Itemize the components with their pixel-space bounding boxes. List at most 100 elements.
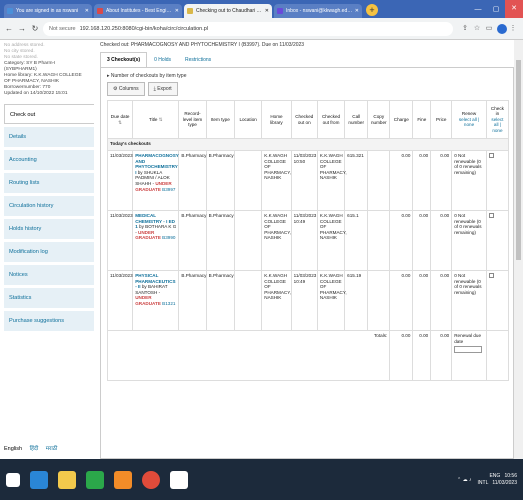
avatar[interactable] bbox=[497, 23, 507, 34]
url-field[interactable]: Not secure 192.168.120.250:8080/cgi-bin/… bbox=[43, 21, 453, 36]
browser-tab[interactable]: About Institutes - Best Engineeri ✕ bbox=[94, 4, 182, 18]
sidebar-item-notices[interactable]: Notices bbox=[4, 265, 94, 285]
maximize-icon[interactable]: ▢ bbox=[487, 5, 505, 13]
column-header[interactable]: Price bbox=[430, 100, 453, 139]
sidebar-item-circulation-history[interactable]: Circulation history bbox=[4, 196, 94, 216]
menu-icon[interactable]: ⋮ bbox=[507, 24, 519, 34]
column-header[interactable]: Due date ⇅ bbox=[106, 100, 134, 139]
not-secure-label: Not secure bbox=[49, 25, 76, 32]
app-icon[interactable] bbox=[170, 470, 188, 489]
sidebar-item-statistics[interactable]: Statistics bbox=[4, 288, 94, 308]
tab-holds[interactable]: 0 Holds bbox=[147, 52, 178, 68]
checkin-checkbox[interactable] bbox=[488, 213, 494, 218]
tab-restrictions[interactable]: Restrictions bbox=[178, 52, 218, 68]
back-icon[interactable]: ← bbox=[4, 24, 14, 33]
item-type-cell: B.Pharmacy bbox=[205, 210, 235, 271]
language-hindi[interactable]: हिंदी bbox=[30, 446, 39, 452]
column-header[interactable]: Checked out on bbox=[290, 100, 318, 139]
renew-select-all-link[interactable]: select all | none bbox=[459, 117, 479, 128]
close-icon[interactable]: ✕ bbox=[175, 8, 179, 14]
close-icon[interactable]: ✕ bbox=[85, 8, 89, 14]
copy-number-cell bbox=[367, 210, 391, 271]
browser-tab[interactable]: Inbox - nswani@kkwagh.edu.in ✕ bbox=[274, 4, 362, 18]
clock[interactable]: ENG 10:56 INTL 11/03/2023 bbox=[478, 473, 517, 487]
sidebar-item-check-out[interactable]: Check out bbox=[4, 104, 94, 124]
renewal-due-cell: Renewal due date bbox=[451, 330, 487, 381]
new-tab-button[interactable]: + bbox=[366, 4, 378, 16]
export-button[interactable]: ⤓ Export bbox=[147, 82, 178, 96]
renew-cell: 0 Not renewable (0 of 0 renewals remaini… bbox=[451, 210, 487, 271]
tab-checkouts[interactable]: 3 Checkout(s) bbox=[100, 52, 148, 68]
forward-icon[interactable]: → bbox=[17, 24, 27, 33]
charge-cell: 0.00 bbox=[389, 270, 414, 331]
author-text: by BAHIRAT SANTOSH - bbox=[135, 284, 168, 295]
record-type-cell: B.Pharmacy bbox=[178, 150, 207, 211]
window-close-icon[interactable]: ✕ bbox=[505, 0, 523, 18]
language-marathi[interactable]: मराठी bbox=[46, 446, 58, 452]
item-tag: UNDER GRADUATE bbox=[135, 229, 161, 241]
columns-button[interactable]: ⚙ Columns bbox=[107, 82, 145, 96]
sidebar-item-modification-log[interactable]: Modification log bbox=[4, 242, 94, 262]
home-library-cell: K.K.WAGH COLLEGE OF PHARMACY, NASHIK bbox=[261, 210, 292, 271]
vertical-scrollbar[interactable] bbox=[514, 40, 523, 459]
column-header[interactable]: Title ⇅ bbox=[132, 100, 180, 139]
scrollbar-thumb[interactable] bbox=[516, 60, 521, 260]
checkin-checkbox[interactable] bbox=[488, 273, 494, 278]
column-header[interactable]: Home library bbox=[261, 100, 292, 139]
barcode-link[interactable]: B3990 bbox=[162, 235, 175, 240]
browser-tab[interactable]: You are signed in as nswani ✕ bbox=[4, 4, 92, 18]
record-type-cell: B.Pharmacy bbox=[178, 270, 207, 331]
sidebar-item-holds-history[interactable]: Holds history bbox=[4, 219, 94, 239]
share-icon[interactable]: ⇪ bbox=[459, 24, 471, 34]
sidebar-item-routing-lists[interactable]: Routing lists bbox=[4, 173, 94, 193]
checked-out-on-cell: 11/03/2023 10:50 bbox=[290, 150, 318, 211]
due-date-cell: 11/03/2023 bbox=[106, 270, 134, 331]
windows-start-icon[interactable] bbox=[6, 472, 20, 487]
store-icon[interactable] bbox=[86, 470, 104, 489]
sidebar-item-accounting[interactable]: Accounting bbox=[4, 150, 94, 170]
reload-icon[interactable]: ↻ bbox=[30, 24, 40, 33]
table-header-row: Due date ⇅ Title ⇅ Record-level item typ… bbox=[106, 100, 510, 139]
file-explorer-icon[interactable] bbox=[58, 470, 76, 489]
close-icon[interactable]: ✕ bbox=[355, 8, 359, 14]
checkouts-by-type-toggle[interactable]: ▸ Number of checkouts by item type bbox=[107, 73, 187, 79]
tab-search-icon[interactable]: ▭ bbox=[483, 24, 495, 34]
checkin-checkbox[interactable] bbox=[488, 153, 494, 158]
location-cell bbox=[233, 270, 263, 331]
language-english[interactable]: English bbox=[4, 446, 22, 452]
media-player-icon[interactable] bbox=[114, 470, 132, 489]
checked-out-from-cell: K.K.WAGH COLLEGE OF PHARMACY, NASHIK bbox=[316, 210, 347, 271]
column-header[interactable]: Copy number bbox=[367, 100, 391, 139]
renewal-due-date-input[interactable] bbox=[454, 346, 483, 354]
barcode-link[interactable]: B1321 bbox=[162, 301, 175, 306]
column-header[interactable]: Charge bbox=[389, 100, 414, 139]
browser-tab-bar: You are signed in as nswani ✕ About Insti… bbox=[0, 0, 523, 18]
copy-number-cell bbox=[367, 150, 391, 211]
home-library-cell: K.K.WAGH COLLEGE OF PHARMACY, NASHIK bbox=[261, 150, 292, 211]
checked-out-from-cell: K.K.WAGH COLLEGE OF PHARMACY, NASHIK bbox=[316, 150, 347, 211]
chrome-icon[interactable] bbox=[142, 470, 160, 489]
tray-icons[interactable]: ⌃ ☁ ♪ bbox=[457, 477, 471, 483]
minimize-icon[interactable]: — bbox=[469, 6, 487, 13]
checkin-select-all-link[interactable]: select all | none bbox=[491, 117, 503, 133]
browser-tab-active[interactable]: Checking out to Chaudhari Ashv ✕ bbox=[184, 4, 272, 18]
barcode-link[interactable]: B3997 bbox=[162, 187, 175, 192]
column-header[interactable]: Item type bbox=[205, 100, 235, 139]
edge-browser-icon[interactable] bbox=[30, 470, 48, 489]
title-cell: MEDICAL CHEMISTRY - I ED 1 by BOTHARA K … bbox=[132, 210, 180, 271]
sidebar-item-purchase-suggestions[interactable]: Purchase suggestions bbox=[4, 311, 94, 331]
column-header[interactable]: Record-level item type bbox=[178, 100, 207, 139]
fine-cell: 0.00 bbox=[412, 270, 432, 331]
close-icon[interactable]: ✕ bbox=[265, 8, 269, 14]
checkin-cell bbox=[485, 150, 510, 211]
column-header[interactable]: Call number bbox=[344, 100, 369, 139]
column-header[interactable]: Location bbox=[233, 100, 263, 139]
column-header[interactable]: Checked out from bbox=[316, 100, 346, 139]
title-cell: PHARMACOGNOSY AND PHYTOCHEMISTRY I by SH… bbox=[132, 150, 180, 211]
total-charge: 0.00 bbox=[389, 330, 414, 381]
sidebar-item-details[interactable]: Details bbox=[4, 127, 94, 147]
column-header[interactable]: Fine bbox=[412, 100, 432, 139]
due-date-cell: 11/03/2023 bbox=[106, 150, 134, 211]
charge-cell: 0.00 bbox=[389, 210, 414, 271]
star-icon[interactable]: ☆ bbox=[471, 24, 483, 34]
